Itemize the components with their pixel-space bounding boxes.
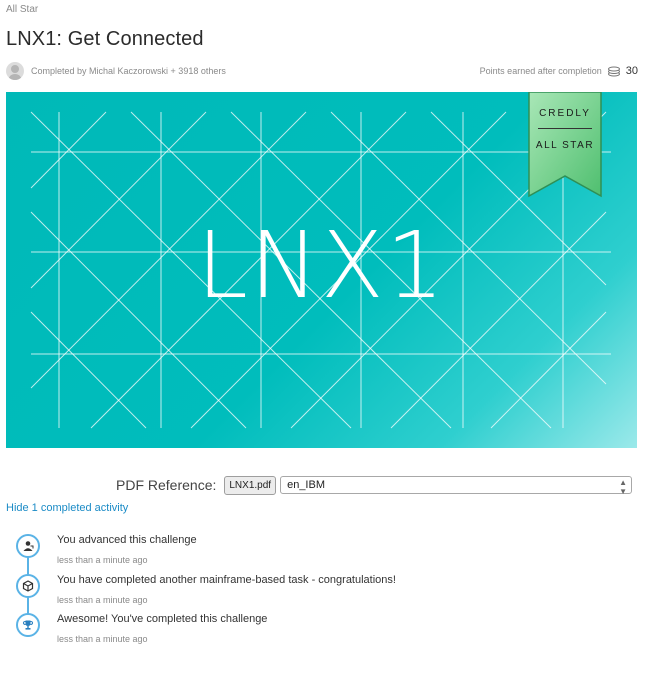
activity-item: You advanced this challenge less than a … [14, 530, 634, 566]
pdf-file-button[interactable]: LNX1.pdf [224, 475, 277, 495]
activity-item: Awesome! You've completed this challenge… [14, 609, 634, 645]
activity-time: less than a minute ago [57, 555, 148, 565]
pdf-reference-label: PDF Reference: [116, 477, 217, 493]
activity-text: You have completed another mainframe-bas… [57, 574, 396, 586]
activity-text: Awesome! You've completed this challenge [57, 613, 268, 625]
points-label: Points earned after completion [479, 66, 602, 76]
user-advance-icon [16, 534, 40, 558]
chevron-down-icon: ▲ ▼ [619, 478, 628, 496]
banner-title: LNX1 [196, 212, 447, 319]
activity-time: less than a minute ago [57, 595, 148, 605]
language-select-value: en_IBM [287, 479, 325, 491]
coins-icon [607, 66, 620, 77]
completed-by-text: Completed by Michal Kaczorowski + 3918 o… [31, 66, 226, 76]
completion-meta: Completed by Michal Kaczorowski + 3918 o… [6, 62, 638, 82]
trophy-icon [16, 613, 40, 637]
ribbon-text-allstar: ALL STAR [535, 140, 595, 151]
activity-text: You advanced this challenge [57, 534, 197, 546]
ribbon-text-credly: CREDLY [539, 108, 591, 119]
language-select[interactable]: en_IBM ▲ ▼ [280, 476, 633, 496]
challenge-banner: LNX1 CREDLY ALL STAR [6, 92, 637, 448]
ribbon-divider [538, 128, 592, 129]
page-title: LNX1: Get Connected [6, 28, 204, 50]
points-value: 30 [625, 65, 638, 77]
pdf-reference-row: PDF Reference: LNX1.pdf en_IBM ▲ ▼ [116, 474, 633, 496]
activity-item: You have completed another mainframe-bas… [14, 570, 634, 606]
cube-icon [16, 574, 40, 598]
hide-completed-activity-link[interactable]: Hide 1 completed activity [6, 502, 128, 514]
activity-time: less than a minute ago [57, 634, 148, 644]
points-info: Points earned after completion 30 [480, 65, 638, 77]
breadcrumb[interactable]: All Star [6, 4, 38, 15]
avatar[interactable] [6, 62, 24, 80]
